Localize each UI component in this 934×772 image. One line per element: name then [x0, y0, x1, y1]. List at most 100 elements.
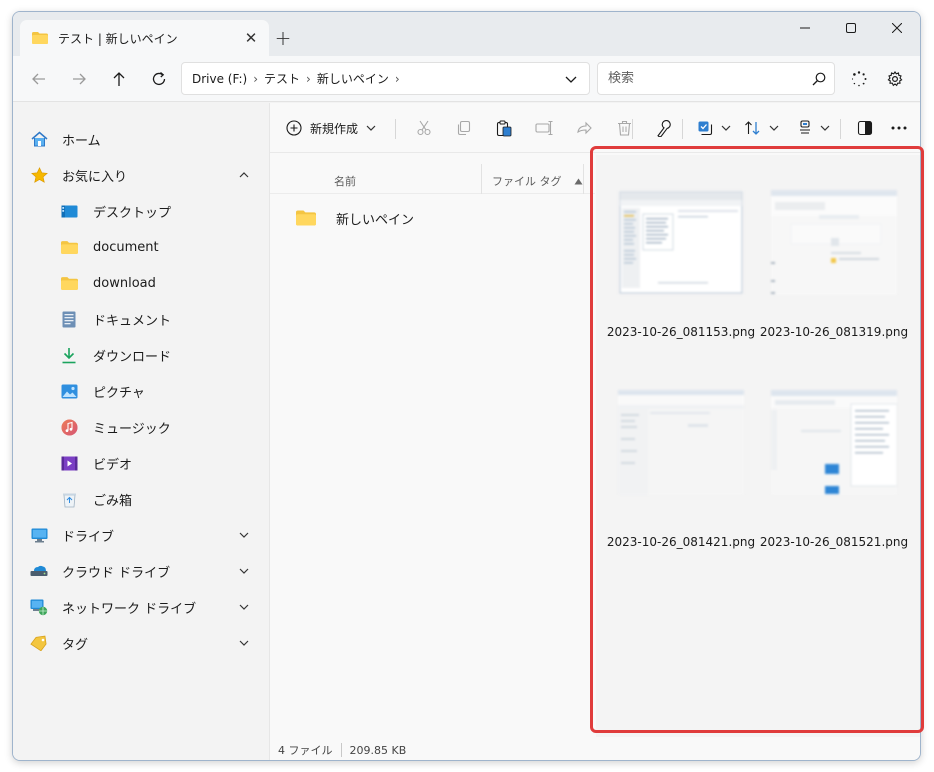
thumbnail-image[interactable] — [618, 190, 744, 295]
close-button[interactable] — [874, 12, 920, 44]
sidebar-item-label: お気に入り — [62, 169, 128, 185]
toolbar-divider — [682, 119, 683, 139]
new-button[interactable]: 新規作成 — [284, 113, 384, 143]
up-button[interactable] — [103, 63, 135, 95]
paste-button[interactable] — [489, 113, 519, 143]
properties-button[interactable] — [648, 113, 678, 143]
forward-button[interactable] — [63, 63, 95, 95]
breadcrumb-test[interactable]: テスト — [264, 70, 300, 87]
content-pane: 新規作成 名前 ファイル タグ 新しいペイン 4 ファイル 209.85 KB … — [269, 103, 920, 760]
pictures-icon — [60, 382, 78, 400]
chevron-down-icon[interactable] — [237, 564, 251, 578]
sidebar-item-label: ドライブ — [62, 529, 115, 545]
column-resize-handle[interactable] — [481, 164, 482, 194]
cloud-drive-icon — [30, 562, 48, 580]
new-button-label: 新規作成 — [310, 121, 359, 136]
desktop-icon — [60, 202, 78, 220]
thumbnail-image[interactable] — [771, 190, 897, 295]
copy-button[interactable] — [449, 113, 479, 143]
thumbnail-image[interactable] — [618, 390, 744, 495]
sidebar-item-cloud-drives[interactable]: クラウド ドライブ — [13, 554, 269, 588]
column-header-name[interactable]: 名前 — [334, 173, 356, 189]
chevron-up-icon[interactable] — [237, 168, 251, 182]
sidebar-item-music[interactable]: ミュージック — [13, 410, 269, 444]
sidebar-item-recycle-bin[interactable]: ごみ箱 — [13, 482, 269, 516]
sidebar-item-download-folder[interactable]: download — [13, 266, 269, 300]
copy-icon — [457, 120, 471, 136]
folder-icon — [32, 32, 48, 44]
tag-icon — [30, 634, 48, 652]
layout-button[interactable] — [794, 113, 834, 143]
refresh-button[interactable] — [143, 63, 175, 95]
settings-button[interactable] — [879, 63, 911, 95]
share-button[interactable] — [569, 113, 599, 143]
sidebar-item-video[interactable]: ビデオ — [13, 446, 269, 480]
select-button[interactable] — [694, 113, 734, 143]
sidebar-item-tags[interactable]: タグ — [13, 626, 269, 660]
maximize-icon — [846, 23, 856, 33]
sidebar-item-downloads[interactable]: ダウンロード — [13, 338, 269, 372]
chevron-right-icon: › — [253, 71, 258, 86]
column-header-file-tag[interactable]: ファイル タグ — [492, 173, 583, 189]
toolbar-divider — [632, 119, 633, 139]
sidebar-item-document[interactable]: document — [13, 230, 269, 264]
secondary-pane: 2023-10-26_081153.png 2023-10-26_081319.… — [596, 155, 920, 737]
sort-button[interactable] — [741, 113, 781, 143]
thumbnail-image[interactable] — [771, 390, 897, 495]
back-button[interactable] — [23, 63, 55, 95]
sidebar-item-label: ビデオ — [93, 457, 133, 473]
folder-icon — [60, 238, 78, 256]
sort-ascending-icon — [574, 178, 582, 184]
sidebar-item-network-drives[interactable]: ネットワーク ドライブ — [13, 590, 269, 624]
arrow-up-icon — [113, 72, 125, 86]
toggle-preview-pane-button[interactable] — [850, 113, 880, 143]
network-drive-icon — [30, 598, 48, 616]
file-list: 名前 ファイル タグ 新しいペイン — [270, 154, 595, 724]
chevron-right-icon: › — [394, 71, 400, 86]
folder-icon — [296, 210, 316, 226]
recycle-bin-icon — [60, 490, 78, 508]
chevron-down-icon — [820, 125, 830, 131]
sidebar-item-favorites[interactable]: お気に入り — [13, 158, 269, 192]
column-resize-handle[interactable] — [583, 164, 584, 194]
wrench-icon — [656, 119, 671, 137]
chevron-down-icon[interactable] — [237, 528, 251, 542]
list-item[interactable]: 新しいペイン — [278, 202, 578, 234]
chevron-down-icon[interactable] — [237, 636, 251, 650]
sidebar-item-desktop[interactable]: デスクトップ — [13, 194, 269, 228]
minimize-button[interactable] — [782, 12, 828, 44]
thumbnail-label: 2023-10-26_081319.png — [759, 325, 909, 339]
new-tab-button[interactable]: + — [269, 24, 297, 52]
search-icon[interactable] — [804, 64, 834, 94]
chevron-down-icon — [366, 125, 376, 131]
cut-button[interactable] — [409, 113, 439, 143]
command-bar: 新規作成 — [270, 103, 920, 153]
chevron-down-icon[interactable] — [237, 600, 251, 614]
breadcrumb-current[interactable]: 新しいペイン — [317, 70, 389, 87]
arrow-right-icon — [73, 73, 86, 85]
rename-button[interactable] — [529, 113, 559, 143]
sidebar-item-pictures[interactable]: ピクチャ — [13, 374, 269, 408]
breadcrumb-drive[interactable]: Drive (F:) — [192, 72, 247, 86]
file-explorer-window: テスト | 新しいペイン ✕ + Drive (F:) › テスト › 新しいペ… — [12, 11, 921, 761]
home-icon — [30, 130, 48, 148]
address-bar[interactable]: Drive (F:) › テスト › 新しいペイン › — [181, 62, 590, 95]
sidebar-item-drives[interactable]: ドライブ — [13, 518, 269, 552]
address-history-button[interactable] — [557, 65, 585, 93]
sidebar-item-label: ホーム — [62, 133, 101, 149]
delete-button[interactable] — [609, 113, 639, 143]
more-options-button[interactable] — [884, 113, 914, 143]
status-center-button[interactable] — [843, 63, 875, 95]
sidebar-item-documents[interactable]: ドキュメント — [13, 302, 269, 336]
maximize-button[interactable] — [828, 12, 874, 44]
documents-icon — [60, 310, 78, 328]
tab-current[interactable]: テスト | 新しいペイン ✕ — [20, 20, 269, 56]
search-input[interactable] — [608, 71, 804, 86]
thumbnail-label: 2023-10-26_081421.png — [606, 535, 756, 549]
sidebar-item-home[interactable]: ホーム — [13, 122, 269, 156]
chevron-down-icon — [565, 76, 577, 83]
sidebar-item-label: ドキュメント — [93, 313, 172, 329]
tab-close-icon[interactable]: ✕ — [237, 24, 265, 52]
chevron-right-icon: › — [306, 71, 311, 86]
search-box[interactable] — [597, 62, 835, 95]
